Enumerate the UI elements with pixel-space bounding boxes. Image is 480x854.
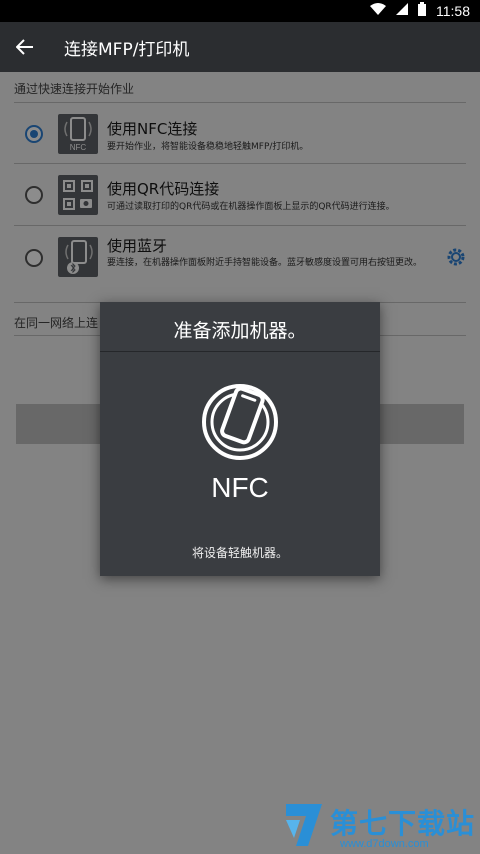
watermark-text: 第七下载站 <box>330 807 476 840</box>
nfc-tap-icon <box>202 384 278 460</box>
page-title: 连接MFP/打印机 <box>64 39 190 60</box>
signal-icon <box>396 3 408 19</box>
wifi-icon <box>370 3 386 19</box>
watermark-icon <box>286 804 322 846</box>
status-time: 11:58 <box>436 3 470 19</box>
dialog-title: 准备添加机器。 <box>173 320 307 342</box>
dialog-divider <box>100 351 380 352</box>
status-bar: 11:58 <box>0 0 480 22</box>
dialog-hint: 将设备轻触机器。 <box>191 546 288 560</box>
battery-icon <box>418 2 426 20</box>
app-bar: 连接MFP/打印机 <box>0 22 480 72</box>
screen: 11:58 连接MFP/打印机 通过快速连接开始作业 NFC 使用NFC连接 要… <box>0 0 480 854</box>
back-button[interactable] <box>0 22 50 72</box>
nfc-label: NFC <box>211 472 269 503</box>
watermark-logo: 第七下载站 www.d7down.com <box>282 800 478 852</box>
nfc-dialog: 准备添加机器。 NFC 将设备轻触机器。 <box>100 302 380 576</box>
watermark-url: www.d7down.com <box>340 838 429 850</box>
back-arrow-icon <box>16 39 33 55</box>
